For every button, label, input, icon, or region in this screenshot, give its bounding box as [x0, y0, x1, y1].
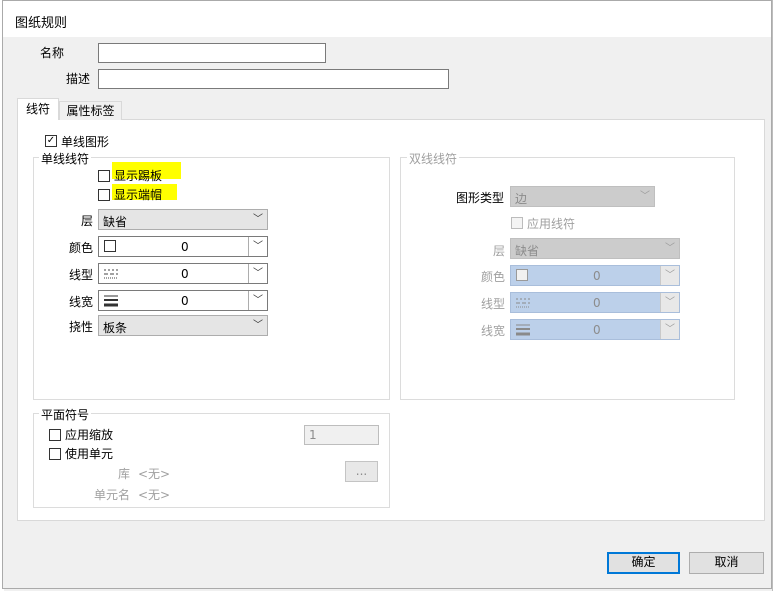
color-label: 颜色: [69, 241, 94, 255]
chevron-down-icon: ﹀: [248, 264, 267, 283]
lineweight-icon: [104, 295, 118, 307]
chevron-down-icon: ﹀: [253, 214, 263, 225]
lineweight-dropdown[interactable]: 0 ﹀: [98, 290, 268, 311]
plan-symbol-legend: 平面符号: [39, 406, 92, 423]
title-bar[interactable]: 图纸规则: [3, 1, 771, 37]
apply-linesymbol-label: 应用线符: [527, 217, 576, 231]
show-endcap-checkbox[interactable]: [98, 189, 110, 201]
layer-label: 层: [81, 214, 94, 228]
name-input[interactable]: [98, 43, 326, 63]
apply-linesymbol-checkbox[interactable]: [511, 217, 523, 229]
block-name-label: 单元名: [94, 488, 131, 502]
flex-label: 挠性: [69, 320, 94, 334]
flex-dropdown[interactable]: 板条 ﹀: [98, 315, 268, 336]
single-graphic-label: 单线图形: [61, 135, 110, 149]
linetype-icon: [516, 298, 530, 308]
color-dropdown[interactable]: 0 ﹀: [98, 236, 268, 257]
chevron-down-icon: ﹀: [660, 266, 679, 285]
library-value: <无>: [138, 467, 171, 481]
lineweight-icon: [516, 324, 530, 336]
shape-type-label: 图形类型: [456, 191, 505, 205]
shape-type-dropdown[interactable]: 边 ﹀: [510, 186, 655, 207]
library-label: 库: [118, 467, 131, 481]
tab-attribute-tags[interactable]: 属性标签: [59, 101, 122, 120]
chevron-down-icon: ﹀: [660, 293, 679, 312]
name-label: 名称: [40, 46, 65, 60]
apply-scale-label: 应用缩放: [65, 428, 114, 442]
chevron-down-icon: ﹀: [248, 237, 267, 256]
double-lineweight-label: 线宽: [481, 324, 506, 338]
color-swatch-icon: [516, 269, 528, 281]
single-graphic-checkbox[interactable]: ✓: [45, 135, 57, 147]
chevron-down-icon: ﹀: [660, 320, 679, 339]
double-layer-label: 层: [493, 244, 506, 258]
linetype-dropdown[interactable]: 0 ﹀: [98, 263, 268, 284]
double-color-dropdown[interactable]: 0 ﹀: [510, 265, 680, 286]
chevron-down-icon: ﹀: [248, 291, 267, 310]
double-line-symbol-legend: 双线线符: [407, 150, 460, 167]
double-lineweight-dropdown[interactable]: 0 ﹀: [510, 319, 680, 340]
double-color-label: 颜色: [481, 270, 506, 284]
apply-scale-checkbox[interactable]: [49, 429, 61, 441]
chevron-down-icon: ﹀: [665, 243, 675, 254]
description-input[interactable]: [98, 69, 449, 89]
browse-library-button[interactable]: ...: [345, 461, 378, 482]
description-label: 描述: [66, 72, 91, 86]
show-skirting-checkbox[interactable]: [98, 170, 110, 182]
scale-input[interactable]: 1: [304, 425, 379, 445]
chevron-down-icon: ﹀: [253, 320, 263, 331]
color-swatch-icon: [104, 240, 116, 252]
show-skirting-label: 显示踢板: [114, 169, 163, 183]
use-block-label: 使用单元: [65, 447, 114, 461]
double-linetype-dropdown[interactable]: 0 ﹀: [510, 292, 680, 313]
show-endcap-label: 显示端帽: [114, 188, 163, 202]
linetype-icon: [104, 269, 118, 279]
layer-dropdown[interactable]: 缺省 ﹀: [98, 209, 268, 230]
dialog-title: 图纸规则: [15, 16, 68, 31]
single-line-symbol-legend: 单线线符: [39, 150, 92, 167]
ok-button[interactable]: 确定: [607, 552, 680, 574]
chevron-down-icon: ﹀: [640, 191, 650, 202]
block-name-value: <无>: [138, 488, 171, 502]
double-linetype-label: 线型: [481, 297, 506, 311]
drawing-rules-dialog: 图纸规则 名称 描述 线符 属性标签 ✓ 单线图形 单线线符 显示踢板 显示端帽…: [2, 0, 772, 589]
background-window-edge-right: [772, 0, 782, 591]
double-layer-dropdown[interactable]: 缺省 ﹀: [510, 238, 680, 259]
linetype-label: 线型: [69, 268, 94, 282]
lineweight-label: 线宽: [69, 295, 94, 309]
use-block-checkbox[interactable]: [49, 448, 61, 460]
cancel-button[interactable]: 取消: [689, 552, 764, 574]
tab-line-symbol[interactable]: 线符: [17, 98, 59, 120]
